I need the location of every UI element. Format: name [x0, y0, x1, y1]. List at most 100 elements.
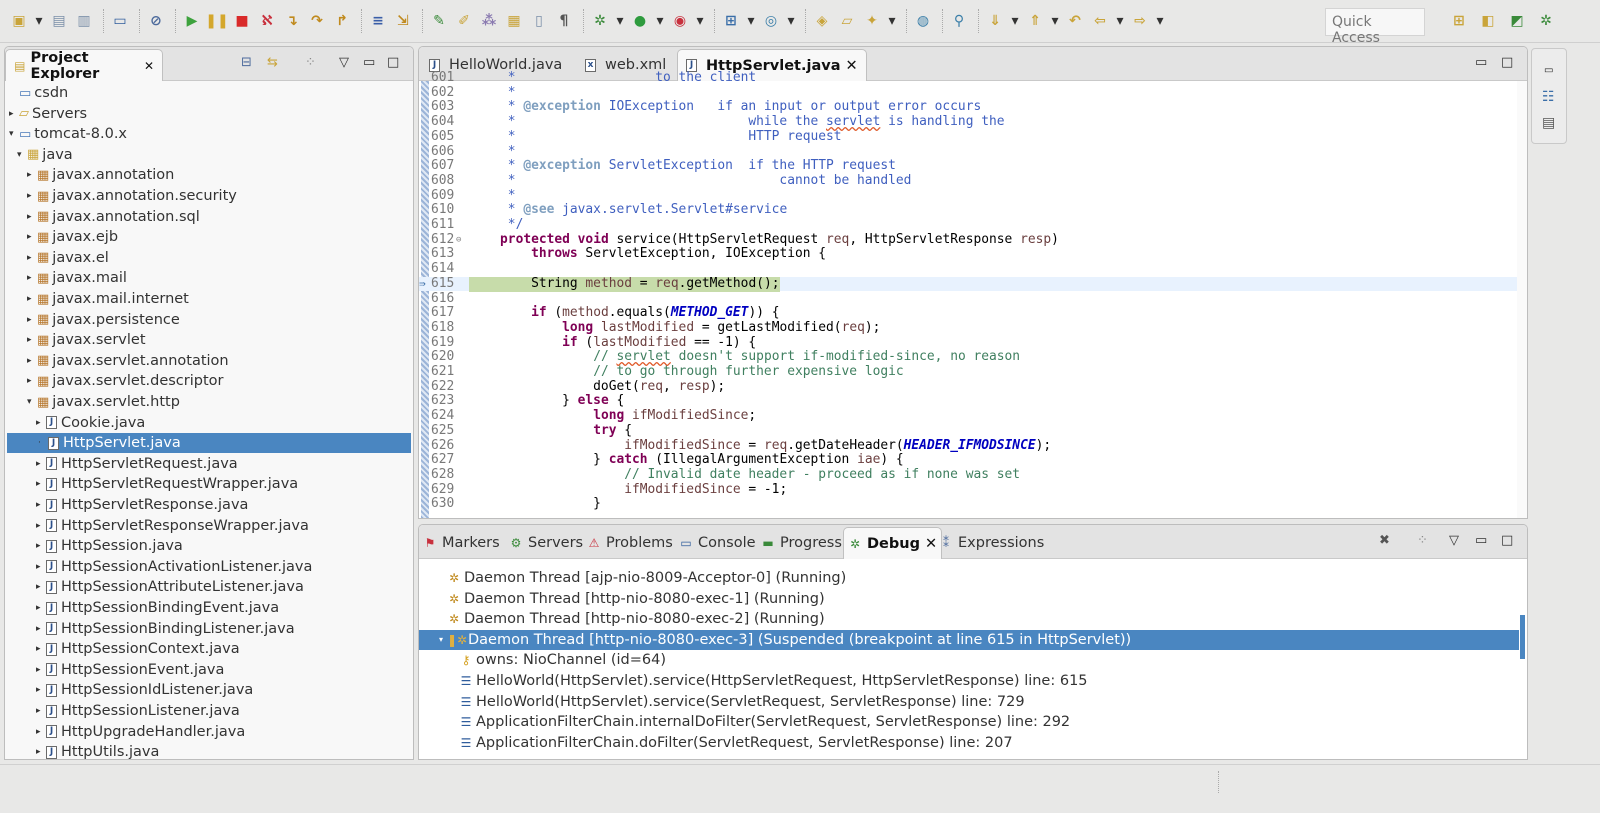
- scrollbar[interactable]: [1520, 615, 1525, 659]
- tree-item[interactable]: ▸ ▱ Servers: [5, 104, 87, 124]
- dropdown-icon[interactable]: ▾: [1154, 10, 1166, 32]
- tree-item[interactable]: ▸ J HttpSessionIdListener.java: [5, 680, 253, 700]
- tab-expressions[interactable]: ⁑ Expressions: [935, 527, 1048, 559]
- tree-item[interactable]: ▸ J HttpServletRequest.java: [5, 454, 238, 474]
- dropdown-icon[interactable]: ▾: [745, 10, 757, 32]
- dropdown-icon[interactable]: ▾: [1049, 10, 1061, 32]
- debug-icon[interactable]: ✲: [589, 10, 611, 32]
- expand-icon[interactable]: ▸: [36, 727, 46, 737]
- globe-icon[interactable]: ◍: [912, 10, 934, 32]
- tree-item[interactable]: ▸ J Cookie.java: [5, 413, 145, 433]
- filter-icon[interactable]: ⁘: [305, 55, 316, 70]
- expand-icon[interactable]: ▸: [27, 376, 37, 386]
- debug-tree-item[interactable]: ☰ ApplicationFilterChain.doFilter(Servlet…: [419, 733, 1519, 753]
- expand-open-icon[interactable]: ▾: [17, 150, 27, 160]
- expand-icon[interactable]: ▸: [9, 109, 19, 119]
- tree-item[interactable]: ▸ J HttpSessionListener.java: [5, 701, 240, 721]
- maximize-icon[interactable]: □: [1501, 55, 1513, 70]
- new-server-icon[interactable]: ⊞: [720, 10, 742, 32]
- minimize-icon[interactable]: ▭: [1475, 533, 1487, 548]
- expand-icon[interactable]: ▸: [27, 315, 37, 325]
- outline-icon[interactable]: ▯: [528, 10, 550, 32]
- tree-item[interactable]: ▸ ▦ javax.ejb: [5, 227, 118, 247]
- tree-item[interactable]: · J HttpServlet.java: [7, 433, 411, 454]
- drop-to-frame-icon[interactable]: ≡: [367, 10, 389, 32]
- wand-icon[interactable]: ✦: [861, 10, 883, 32]
- tree-item[interactable]: ▸ ▦ javax.el: [5, 248, 109, 268]
- restore-icon[interactable]: ▭: [1544, 65, 1553, 76]
- expand-icon[interactable]: ▸: [36, 418, 46, 428]
- java-ee-perspective-icon[interactable]: ◧: [1477, 10, 1499, 32]
- minimize-icon[interactable]: ▭: [363, 55, 375, 70]
- save-all-icon[interactable]: ▥: [73, 10, 95, 32]
- expand-icon[interactable]: ▸: [36, 603, 46, 613]
- collapse-all-icon[interactable]: ⊟: [241, 55, 252, 70]
- close-icon[interactable]: ✕: [144, 59, 154, 73]
- expand-icon[interactable]: ▸: [36, 644, 46, 654]
- expand-icon[interactable]: ▸: [27, 335, 37, 345]
- new-icon[interactable]: ▣: [8, 10, 30, 32]
- skip-breakpoints-icon[interactable]: ⊘: [145, 10, 167, 32]
- tree-item[interactable]: ▸ J HttpSessionBindingListener.java: [5, 619, 295, 639]
- debug-tree-item[interactable]: ▾ ❚✲ Daemon Thread [http-nio-8080-exec-3] …: [419, 629, 1519, 650]
- resume-icon[interactable]: ▶: [181, 10, 203, 32]
- tab-markers[interactable]: ⚑ Markers: [419, 527, 504, 559]
- expand-icon[interactable]: ▸: [27, 170, 37, 180]
- tree-item[interactable]: ▸ ▦ javax.servlet: [5, 330, 146, 350]
- expand-icon[interactable]: ▸: [27, 294, 37, 304]
- debug-tree-item[interactable]: ☰ ApplicationFilterChain.internalDoFilter…: [419, 712, 1519, 732]
- tree-item[interactable]: ▸ J HttpSessionContext.java: [5, 639, 240, 659]
- tree-item[interactable]: ▸ J HttpServletRequestWrapper.java: [5, 474, 298, 494]
- debug-tree-item[interactable]: ☰ HelloWorld(HttpServlet).service(Servlet…: [419, 692, 1519, 712]
- tree-item[interactable]: ▸ ▦ javax.servlet.annotation: [5, 351, 229, 371]
- tree-item[interactable]: ▸ J HttpSessionBindingEvent.java: [5, 598, 279, 618]
- tree-item[interactable]: ▸ J HttpServletResponseWrapper.java: [5, 516, 309, 536]
- expand-icon[interactable]: ▸: [36, 459, 46, 469]
- search-icon[interactable]: ⚲: [948, 10, 970, 32]
- expand-icon[interactable]: ▸: [36, 541, 46, 551]
- disconnect-icon[interactable]: ℵ: [256, 10, 278, 32]
- mark-icon[interactable]: ✐: [453, 10, 475, 32]
- suspend-icon[interactable]: ❚❚: [205, 10, 228, 32]
- open-perspective-icon[interactable]: ⊞: [1448, 10, 1470, 32]
- tree-item[interactable]: ▸ ▦ javax.annotation.security: [5, 186, 237, 206]
- open-type-icon[interactable]: ▦: [503, 10, 525, 32]
- run-icon[interactable]: ●: [629, 10, 651, 32]
- expand-icon[interactable]: ▸: [27, 253, 37, 263]
- toggle-breakpoint-icon[interactable]: ✎: [428, 10, 450, 32]
- tab-debug[interactable]: ✲ Debug ✕: [843, 527, 943, 559]
- dropdown-icon[interactable]: ▾: [785, 10, 797, 32]
- expand-icon[interactable]: ▸: [36, 747, 46, 757]
- tree-item[interactable]: ▸ ▦ javax.mail.internet: [5, 289, 189, 309]
- expand-icon[interactable]: ·: [38, 438, 48, 448]
- java-perspective-icon[interactable]: ◩: [1506, 10, 1528, 32]
- expand-icon[interactable]: ▸: [36, 685, 46, 695]
- tree-item[interactable]: ▸ ▦ javax.annotation: [5, 165, 174, 185]
- forward-icon[interactable]: ⇨: [1129, 10, 1151, 32]
- debug-tree-item[interactable]: ☰ HelloWorld(HttpServlet).service(HttpSer…: [419, 671, 1519, 691]
- tree-item[interactable]: ▸ J HttpServletResponse.java: [5, 495, 248, 515]
- expand-icon[interactable]: ▸: [27, 273, 37, 283]
- bugs-icon[interactable]: ⁂: [478, 10, 500, 32]
- step-return-icon[interactable]: ↱: [331, 10, 353, 32]
- expand-open-icon[interactable]: ▾: [27, 397, 37, 407]
- debug-perspective-icon[interactable]: ✲: [1535, 10, 1557, 32]
- maximize-icon[interactable]: □: [387, 55, 399, 70]
- outline-view-icon[interactable]: ☷: [1542, 89, 1555, 105]
- last-edit-icon[interactable]: ↶: [1064, 10, 1086, 32]
- code-editor[interactable]: 601 * to the client 602 * 603 * @exception…: [419, 70, 1527, 518]
- view-menu-icon[interactable]: ▽: [1449, 533, 1459, 548]
- dropdown-icon[interactable]: ▾: [886, 10, 898, 32]
- expand-icon[interactable]: ▸: [36, 562, 46, 572]
- debug-tree-item[interactable]: ✲ Daemon Thread [http-nio-8080-exec-2] (R…: [419, 609, 1519, 629]
- tab-problems[interactable]: ⚠ Problems: [583, 527, 677, 559]
- tree-item[interactable]: ▸ J HttpSessionAttributeListener.java: [5, 577, 304, 597]
- fold-icon[interactable]: ⊖: [456, 233, 461, 248]
- tree-item[interactable]: ▸ ▦ javax.servlet.descriptor: [5, 371, 224, 391]
- tree-item[interactable]: ▾ ▦ java: [5, 145, 73, 165]
- link-with-editor-icon[interactable]: ⇆: [267, 55, 278, 70]
- dropdown-icon[interactable]: ▾: [614, 10, 626, 32]
- debug-tree-item[interactable]: ⚷ owns: NioChannel (id=64): [419, 650, 1519, 670]
- expand-icon[interactable]: ▸: [27, 356, 37, 366]
- expand-icon[interactable]: ▸: [36, 706, 46, 716]
